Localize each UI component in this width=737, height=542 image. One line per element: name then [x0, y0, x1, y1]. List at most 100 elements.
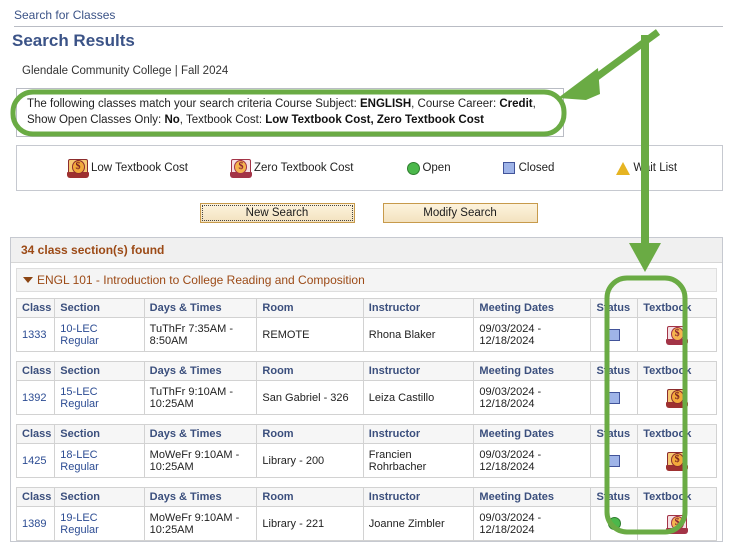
column-header-meeting-dates: Meeting Dates: [473, 298, 592, 318]
days-times-cell: TuThFr 7:35AM - 8:50AM: [143, 317, 258, 352]
criteria-textbook-label: Textbook Cost:: [185, 114, 263, 126]
column-header-days-times: Days & Times: [143, 424, 258, 444]
days-times-cell: TuThFr 9:10AM - 10:25AM: [143, 380, 258, 415]
low-textbook-cost-book-icon: $: [67, 157, 89, 179]
search-criteria-summary: The following classes match your search …: [16, 88, 564, 137]
days-times-cell: MoWeFr 9:10AM - 10:25AM: [143, 506, 258, 541]
search-for-classes-link[interactable]: Search for Classes: [14, 8, 115, 24]
column-header-days-times: Days & Times: [143, 487, 258, 507]
status-cell: [590, 380, 639, 415]
column-header-class: Class: [15, 361, 56, 381]
instructor-cell: Francien Rohrbacher: [362, 443, 475, 478]
class-number: 1425: [22, 454, 47, 467]
column-header-meeting-dates: Meeting Dates: [473, 424, 592, 444]
column-header-class: Class: [15, 298, 56, 318]
table-header-row: Class Section Days & Times Room Instructor Me…: [15, 487, 717, 507]
section-number-link[interactable]: 19-LEC: [60, 512, 138, 524]
legend-open: Open: [407, 161, 451, 175]
status-cell: [590, 317, 639, 352]
criteria-career-value: Credit: [499, 98, 533, 110]
column-header-section: Section: [54, 487, 145, 507]
instructor-cell: Rhona Blaker: [362, 317, 475, 352]
class-number-cell: 1333: [15, 317, 56, 352]
textbook-cell: $: [637, 506, 717, 541]
column-header-status: Status: [590, 361, 639, 381]
new-search-button[interactable]: New Search: [199, 203, 355, 223]
open-status-green-circle-icon: [607, 517, 621, 530]
table-row: 1425 18-LEC Regular MoWeFr 9:10AM - 10:25AM…: [15, 443, 717, 478]
table-row: 1392 15-LEC Regular TuThFr 9:10AM - 10:25AM…: [15, 380, 717, 415]
criteria-sep-1: ,: [411, 98, 415, 110]
column-header-textbook: Textbook: [637, 487, 717, 507]
class-number: 1392: [22, 391, 47, 404]
column-header-textbook: Textbook: [637, 361, 717, 381]
column-header-meeting-dates: Meeting Dates: [473, 361, 592, 381]
column-header-instructor: Instructor: [362, 487, 475, 507]
meeting-dates-cell: 09/03/2024 - 12/18/2024: [473, 317, 592, 352]
column-header-status: Status: [590, 424, 639, 444]
table-row: 1333 10-LEC Regular TuThFr 7:35AM - 8:50AM R…: [15, 317, 717, 352]
textbook-cell: $: [637, 380, 717, 415]
column-header-meeting-dates: Meeting Dates: [473, 487, 592, 507]
zero-textbook-cost-book-icon[interactable]: $: [666, 513, 689, 535]
column-header-status: Status: [590, 298, 639, 318]
section-type-link[interactable]: Regular: [60, 335, 138, 347]
class-number: 1389: [22, 517, 47, 530]
open-status-green-circle-icon: [407, 161, 421, 175]
criteria-textbook-value: Low Textbook Cost, Zero Textbook Cost: [265, 114, 484, 126]
textbook-cell: $: [637, 443, 717, 478]
section-type-link[interactable]: Regular: [60, 524, 138, 536]
wait-list-yellow-triangle-icon: [616, 161, 631, 175]
meeting-dates-cell: 09/03/2024 - 12/18/2024: [473, 506, 592, 541]
class-number-cell: 1389: [15, 506, 56, 541]
table-header-row: Class Section Days & Times Room Instructor Me…: [15, 298, 717, 318]
section-type-link[interactable]: Regular: [60, 461, 138, 473]
zero-textbook-cost-book-icon[interactable]: $: [666, 324, 689, 346]
class-number-cell: 1392: [15, 380, 56, 415]
instructor-cell: Joanne Zimbler: [362, 506, 475, 541]
collapse-triangle-icon[interactable]: [23, 277, 33, 283]
closed-status-blue-square-icon: [502, 162, 515, 174]
institution-term-label: Glendale Community College | Fall 2024: [22, 65, 229, 77]
course-group-header[interactable]: ENGL 101 - Introduction to College Readi…: [16, 268, 717, 292]
class-section-table: Class Section Days & Times Room Instructor Me…: [15, 487, 717, 541]
section-type-link[interactable]: Regular: [60, 398, 138, 410]
section-cell: 19-LEC Regular: [54, 506, 145, 541]
legend-zero-label: Zero Textbook Cost: [253, 162, 354, 174]
table-header-row: Class Section Days & Times Room Instructor Me…: [15, 361, 717, 381]
section-number-link[interactable]: 10-LEC: [60, 323, 138, 335]
section-cell: 15-LEC Regular: [54, 380, 145, 415]
legend-bar: $ Low Textbook Cost $ Zero Textbook Cost…: [16, 145, 723, 191]
criteria-career-label: Course Career:: [417, 98, 497, 110]
legend-low-textbook-cost: $ Low Textbook Cost: [67, 157, 188, 179]
criteria-sep-3: ,: [179, 114, 183, 126]
legend-zero-textbook-cost: $ Zero Textbook Cost: [229, 157, 354, 179]
section-number-link[interactable]: 18-LEC: [60, 449, 138, 461]
column-header-days-times: Days & Times: [143, 361, 258, 381]
low-textbook-cost-book-icon[interactable]: $: [666, 387, 689, 409]
legend-open-label: Open: [422, 162, 451, 174]
column-header-textbook: Textbook: [637, 298, 717, 318]
criteria-subject-value: ENGLISH: [360, 98, 412, 110]
room-cell: REMOTE: [256, 317, 364, 352]
column-header-room: Room: [256, 487, 364, 507]
criteria-lead-text: The following classes match your search …: [27, 98, 357, 110]
section-cell: 18-LEC Regular: [54, 443, 145, 478]
days-times-cell: MoWeFr 9:10AM - 10:25AM: [143, 443, 258, 478]
criteria-sep-2: ,: [532, 98, 536, 110]
class-section-table: Class Section Days & Times Room Instructor Me…: [15, 424, 717, 478]
closed-status-blue-square-icon: [608, 454, 621, 467]
column-header-section: Section: [54, 298, 145, 318]
results-count-label: 34 class section(s) found: [11, 238, 722, 263]
status-cell: [590, 506, 639, 541]
modify-search-button[interactable]: Modify Search: [382, 203, 538, 223]
column-header-instructor: Instructor: [362, 298, 475, 318]
room-cell: Library - 200: [256, 443, 364, 478]
legend-wait-list: Wait List: [616, 161, 677, 175]
room-cell: San Gabriel - 326: [256, 380, 364, 415]
column-header-room: Room: [256, 361, 364, 381]
low-textbook-cost-book-icon[interactable]: $: [666, 450, 689, 472]
section-number-link[interactable]: 15-LEC: [60, 386, 138, 398]
instructor-cell: Leiza Castillo: [362, 380, 475, 415]
column-header-status: Status: [590, 487, 639, 507]
